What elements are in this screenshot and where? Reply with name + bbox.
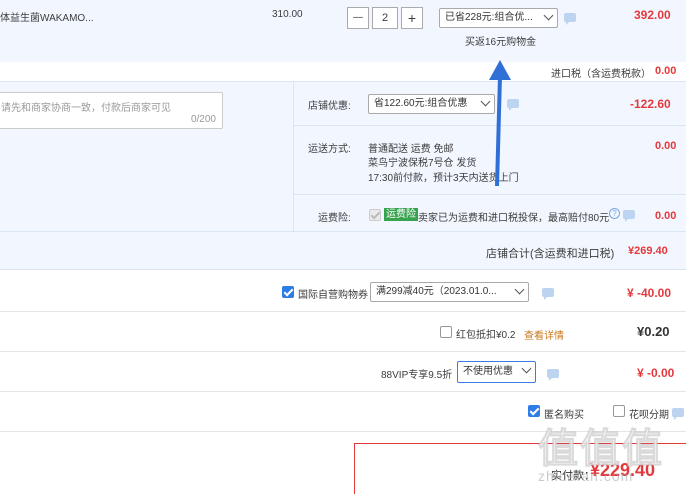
chevron-down-icon [521,363,532,374]
pay-value: ¥229.40 [590,460,656,480]
product-name[interactable]: 体益生菌WAKAMO... [0,9,94,24]
options-row: 匿名购买 花呗分期 [0,392,686,432]
shop-total-value: ¥269.40 [628,245,668,257]
annotation-arrow [489,60,511,187]
product-row: 体益生菌WAKAMO... 310.00 — 2 + 已省228元:组合优...… [0,0,686,62]
huabei-label: 花呗分期 [629,410,669,421]
insurance-label: 运费险: [318,213,351,224]
shop-total-row: 店铺合计(含运费和进口税) ¥269.40 [0,232,686,270]
help-icon[interactable]: ? [609,208,620,219]
import-tax-row: 进口税（含运费税款） 0.00 [0,62,686,82]
vip-label: 88VIP专享9.5折 [381,370,453,381]
qty-minus-button[interactable]: — [347,7,369,29]
anon-label: 匿名购买 [544,410,584,421]
product-discount-value: 已省228元:组合优... [445,12,533,23]
chevron-down-icon [514,284,525,295]
redpacket-value: ¥0.20 [637,324,670,339]
coupon-row: 国际自营购物券 满299减40元（2023.01.0... ¥ -40.00 [0,270,686,312]
insurance-text: 卖家已为运费和进口税投保，最高赔付80元 [418,213,610,224]
vip-row: 88VIP专享9.5折 不使用优惠 ¥ -0.00 [0,352,686,392]
redpacket-link[interactable]: 查看详情 [524,327,564,342]
shipping-line1: 普通配送 运费 免邮 [368,144,454,155]
vip-value: ¥ -0.00 [637,366,675,380]
import-tax-value: 0.00 [655,65,677,77]
pay-box: 实付款： ¥229.40 [354,443,686,494]
coupon-label: 国际自营购物券 [298,290,368,301]
coupon-select-value: 满299减40元（2023.01.0... [376,286,497,297]
message-input[interactable]: 请先和商家协商一致，付款后商家可见 0/200 [0,92,223,129]
shipping-line2: 菜鸟宁波保税7号仓 发货 [368,158,477,169]
import-tax-label: 进口税（含运费税款） [551,69,651,80]
anon-checkbox[interactable] [528,405,540,417]
vip-select-value: 不使用优惠 [463,366,513,377]
shop-detail-block: 请先和商家协商一致，付款后商家可见 0/200 店铺优惠: 省122.60元:组… [0,82,686,232]
shop-discount-value-text: 省122.60元:组合优惠 [374,98,468,109]
message-counter: 0/200 [190,114,216,125]
chat-icon[interactable] [542,288,554,300]
chat-icon[interactable] [547,369,559,381]
insurance-checkbox[interactable] [369,209,381,221]
product-total: 392.00 [634,8,671,22]
insurance-badge: 运费险 [384,208,418,221]
shipping-value: 0.00 [655,140,677,152]
chevron-down-icon [543,10,554,21]
shipping-label: 运送方式: [308,144,351,155]
huabei-checkbox[interactable] [613,405,625,417]
coupon-checkbox[interactable] [282,286,294,298]
qty-plus-button[interactable]: + [401,7,423,29]
coupon-value: ¥ -40.00 [627,286,672,300]
discount-note: 买返16元购物金 [465,37,537,48]
chat-icon[interactable] [564,13,576,25]
insurance-value: 0.00 [655,210,677,222]
unit-price: 310.00 [272,9,303,20]
redpacket-label: 红包抵扣¥0.2 [456,330,516,341]
coupon-select[interactable]: 满299减40元（2023.01.0... [370,282,529,302]
chat-icon[interactable] [623,210,635,222]
chat-icon[interactable] [672,408,684,420]
divider-v [293,82,294,232]
shop-discount-select[interactable]: 省122.60元:组合优惠 [368,94,495,114]
shop-discount-value: -122.60 [630,97,671,111]
shop-total-label: 店铺合计(含运费和进口税) [486,248,615,260]
shop-discount-label: 店铺优惠: [308,101,351,112]
divider-h [294,194,686,195]
pay-label: 实付款： [551,470,595,482]
redpacket-row: 红包抵扣¥0.2 查看详情 ¥0.20 [0,312,686,352]
message-placeholder: 请先和商家协商一致，付款后商家可见 [1,103,171,114]
qty-input[interactable]: 2 [372,7,398,29]
vip-select[interactable]: 不使用优惠 [457,361,536,383]
redpacket-checkbox[interactable] [440,326,452,338]
product-discount-select[interactable]: 已省228元:组合优... [439,8,558,28]
quantity-stepper: — 2 + [347,7,423,29]
